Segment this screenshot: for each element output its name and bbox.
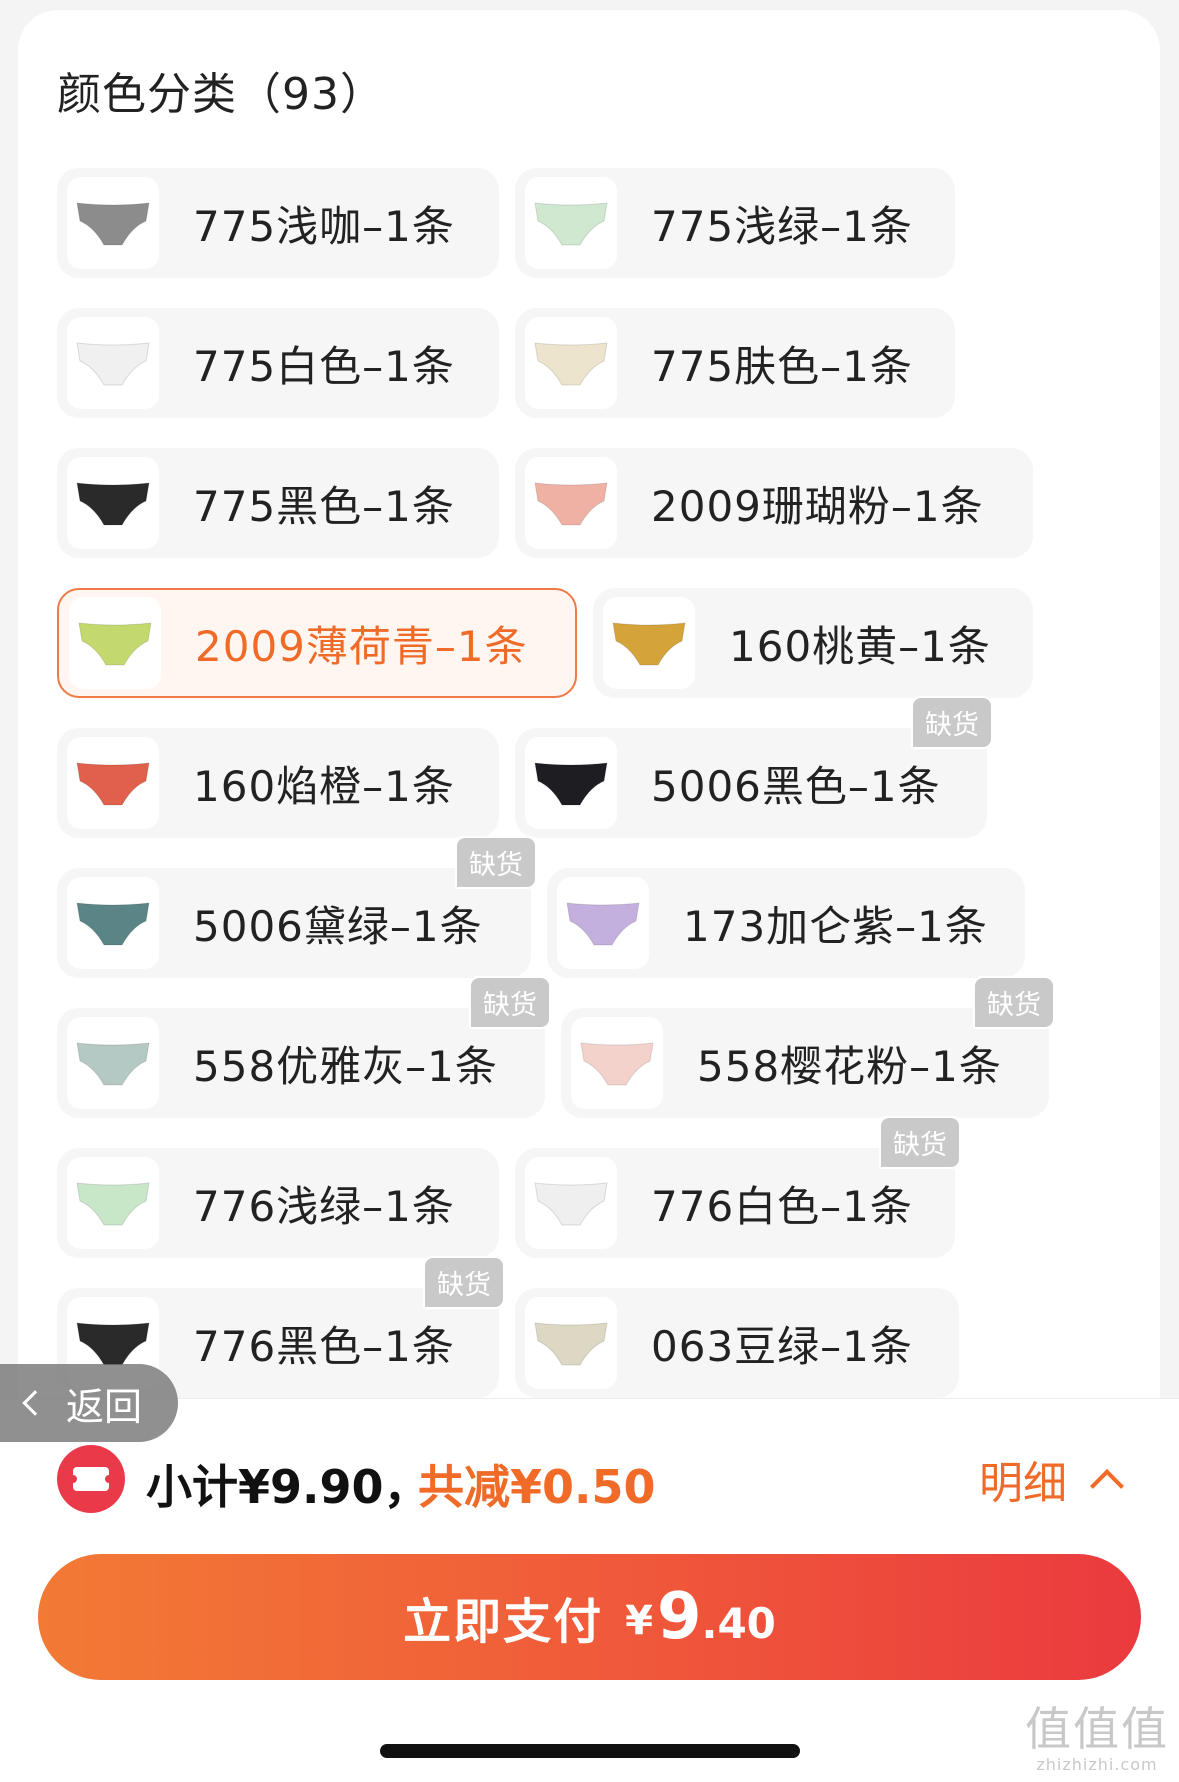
sku-label: 776黑色–1条 bbox=[193, 1321, 455, 1371]
sku-label: 5006黛绿–1条 bbox=[193, 901, 483, 951]
sku-option[interactable]: 775浅绿–1条 bbox=[515, 168, 955, 278]
underwear-thumbnail bbox=[67, 177, 159, 269]
sku-option[interactable]: 558优雅灰–1条 缺货 bbox=[57, 976, 551, 1118]
sku-option[interactable]: 776白色–1条 缺货 bbox=[515, 1116, 961, 1258]
underwear-thumbnail bbox=[67, 457, 159, 549]
back-label: 返回 bbox=[66, 1384, 143, 1429]
pay-label: 立即支付 bbox=[403, 1594, 604, 1650]
underwear-thumbnail bbox=[67, 1157, 159, 1249]
coupon-icon bbox=[57, 1445, 125, 1513]
underwear-thumbnail bbox=[525, 177, 617, 269]
underwear-thumbnail bbox=[525, 317, 617, 409]
sku-label: 173加仑紫–1条 bbox=[683, 901, 988, 951]
sku-label: 775黑色–1条 bbox=[193, 481, 455, 531]
underwear-thumbnail bbox=[525, 1297, 617, 1389]
sku-label: 558优雅灰–1条 bbox=[193, 1041, 498, 1091]
sku-grid: 775浅咖–1条 775浅绿–1条 775白色–1条 775肤色–1条 775黑… bbox=[0, 0, 1179, 1398]
underwear-thumbnail bbox=[603, 597, 695, 689]
out-of-stock-badge: 缺货 bbox=[455, 836, 537, 889]
sku-option[interactable]: 775肤色–1条 bbox=[515, 308, 955, 418]
sku-label: 775白色–1条 bbox=[193, 341, 455, 391]
underwear-thumbnail bbox=[525, 737, 617, 829]
sku-option[interactable]: 160焰橙–1条 bbox=[57, 728, 499, 838]
sku-option[interactable]: 558樱花粉–1条 缺货 bbox=[561, 976, 1055, 1118]
sku-label: 063豆绿–1条 bbox=[651, 1321, 913, 1371]
sku-label: 776浅绿–1条 bbox=[193, 1181, 455, 1231]
sku-option[interactable]: 063豆绿–1条 bbox=[515, 1288, 959, 1398]
sku-option[interactable]: 776浅绿–1条 bbox=[57, 1148, 499, 1258]
underwear-thumbnail bbox=[69, 597, 161, 689]
watermark-mark: 值值值 bbox=[1025, 1702, 1169, 1756]
out-of-stock-badge: 缺货 bbox=[423, 1256, 505, 1309]
sku-label: 5006黑色–1条 bbox=[651, 761, 941, 811]
sku-label: 775浅咖–1条 bbox=[193, 201, 455, 251]
chevron-left-icon bbox=[22, 1390, 48, 1416]
out-of-stock-badge: 缺货 bbox=[973, 976, 1055, 1029]
underwear-thumbnail bbox=[571, 1017, 663, 1109]
watermark-logo: 值值值 zhizhizhi.com bbox=[1025, 1693, 1169, 1774]
pay-amount-decimal: .40 bbox=[701, 1598, 776, 1648]
watermark-domain: zhizhizhi.com bbox=[1036, 1755, 1158, 1774]
sku-label: 776白色–1条 bbox=[651, 1181, 913, 1231]
sku-option[interactable]: 775浅咖–1条 bbox=[57, 168, 499, 278]
underwear-thumbnail bbox=[67, 877, 159, 969]
out-of-stock-badge: 缺货 bbox=[469, 976, 551, 1029]
sku-option[interactable]: 173加仑紫–1条 bbox=[547, 868, 1025, 978]
sku-option[interactable]: 775白色–1条 bbox=[57, 308, 499, 418]
subtotal-text: 小计¥9.90， bbox=[146, 1460, 430, 1514]
detail-label: 明细 bbox=[979, 1458, 1067, 1509]
out-of-stock-badge: 缺货 bbox=[879, 1116, 961, 1169]
detail-toggle[interactable]: 明细 bbox=[979, 1447, 1124, 1511]
back-button[interactable]: 返回 bbox=[0, 1364, 178, 1442]
sku-label: 160桃黄–1条 bbox=[729, 621, 991, 671]
pay-currency: ¥ bbox=[625, 1598, 653, 1644]
out-of-stock-badge: 缺货 bbox=[911, 696, 993, 749]
sku-label: 558樱花粉–1条 bbox=[697, 1041, 1002, 1091]
underwear-thumbnail bbox=[67, 317, 159, 409]
sku-label: 160焰橙–1条 bbox=[193, 761, 455, 811]
sku-label: 775浅绿–1条 bbox=[651, 201, 913, 251]
chevron-up-icon bbox=[1090, 1469, 1124, 1503]
checkout-bar: 小计¥9.90， 共减¥0.50 明细 立即支付 ¥ 9 .40 值值值 zhi… bbox=[0, 1398, 1179, 1782]
sku-label: 775肤色–1条 bbox=[651, 341, 913, 391]
underwear-thumbnail bbox=[67, 1017, 159, 1109]
home-indicator bbox=[380, 1744, 800, 1758]
sku-label: 2009珊瑚粉–1条 bbox=[651, 481, 984, 531]
underwear-thumbnail bbox=[557, 877, 649, 969]
sku-label: 2009薄荷青–1条 bbox=[195, 621, 528, 671]
discount-text: 共减¥0.50 bbox=[418, 1460, 656, 1514]
sku-option[interactable]: 2009珊瑚粉–1条 bbox=[515, 448, 1033, 558]
pay-now-button[interactable]: 立即支付 ¥ 9 .40 bbox=[38, 1554, 1141, 1680]
pay-amount-integer: 9 bbox=[656, 1580, 702, 1654]
sku-option[interactable]: 160桃黄–1条 bbox=[593, 588, 1033, 698]
underwear-thumbnail bbox=[525, 457, 617, 549]
sku-option[interactable]: 775黑色–1条 bbox=[57, 448, 499, 558]
underwear-thumbnail bbox=[67, 737, 159, 829]
underwear-thumbnail bbox=[525, 1157, 617, 1249]
sku-option[interactable]: 2009薄荷青–1条 bbox=[57, 588, 577, 698]
sku-option[interactable]: 5006黛绿–1条 缺货 bbox=[57, 836, 537, 978]
sku-option[interactable]: 5006黑色–1条 缺货 bbox=[515, 696, 993, 838]
